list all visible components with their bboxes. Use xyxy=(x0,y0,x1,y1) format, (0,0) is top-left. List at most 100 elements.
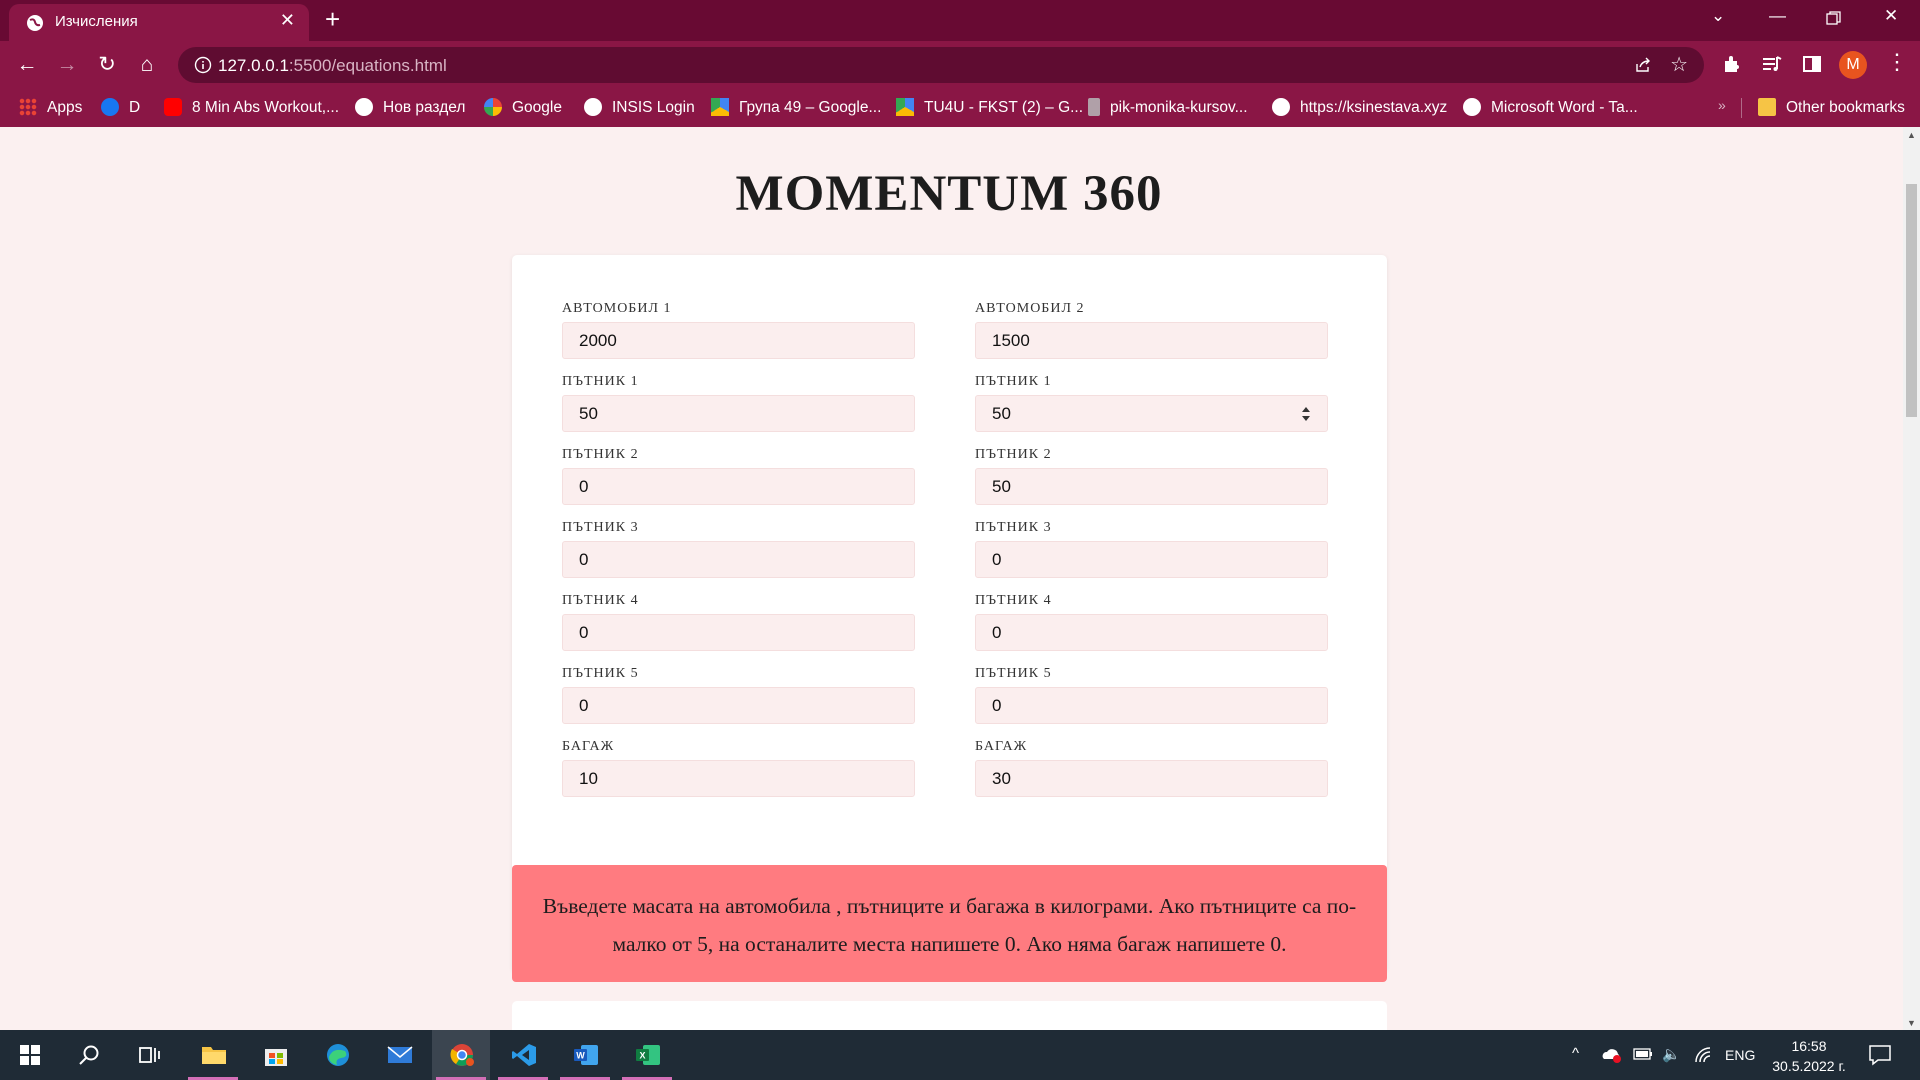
bookmark-tu4u[interactable]: TU4U - FKST (2) – G... xyxy=(896,98,1083,118)
car1-passenger1-input[interactable]: 50 xyxy=(562,395,915,432)
scroll-down-arrow-icon[interactable]: ▼ xyxy=(1907,1018,1916,1028)
scrollbar-thumb[interactable] xyxy=(1906,184,1917,417)
scroll-up-arrow-icon[interactable]: ▲ xyxy=(1907,130,1916,140)
car2-passenger2-input[interactable]: 50 xyxy=(975,468,1328,505)
car2-mass-input[interactable]: 1500 xyxy=(975,322,1328,359)
car2-passenger1-input[interactable]: 50 xyxy=(975,395,1328,432)
bookmark-apps[interactable]: Apps xyxy=(19,98,82,118)
back-button[interactable]: ← xyxy=(13,51,41,79)
volume-icon[interactable]: 🔈 xyxy=(1662,1045,1681,1063)
store-button[interactable] xyxy=(246,1030,304,1080)
bookmark-label: 8 Min Abs Workout,... xyxy=(192,99,340,116)
google-drive-icon xyxy=(896,98,914,116)
field-label: БАГАЖ xyxy=(975,739,1028,754)
field-label: БАГАЖ xyxy=(562,739,615,754)
car2-luggage-field: БАГАЖ 30 xyxy=(975,739,1328,812)
car1-passenger3-input[interactable]: 0 xyxy=(562,541,915,578)
side-panel-icon[interactable] xyxy=(1801,53,1823,75)
media-controls-icon[interactable] xyxy=(1761,53,1783,75)
start-button[interactable] xyxy=(0,1030,58,1080)
search-icon xyxy=(79,1045,99,1065)
restore-button[interactable] xyxy=(1826,11,1841,26)
mail-button[interactable] xyxy=(370,1030,428,1080)
battery-icon[interactable] xyxy=(1633,1047,1653,1061)
vscode-button[interactable] xyxy=(494,1030,552,1080)
bookmark-new-section[interactable]: Нов раздел xyxy=(355,98,465,118)
bookmark-insis[interactable]: INSIS Login xyxy=(584,98,695,118)
more-bookmarks-icon[interactable]: » xyxy=(1718,97,1726,113)
bookmark-star-icon[interactable]: ☆ xyxy=(1670,52,1688,77)
store-icon xyxy=(265,1049,287,1066)
globe-icon xyxy=(584,98,602,116)
car1-mass-field: АВТОМОБИЛ 1 2000 xyxy=(562,301,915,374)
field-label: ПЪТНИК 4 xyxy=(562,593,639,608)
bookmark-group49[interactable]: Група 49 – Google... xyxy=(711,98,881,118)
file-icon xyxy=(1088,98,1100,116)
bookmark-pik-monika[interactable]: pik-monika-kursov... xyxy=(1088,98,1248,118)
google-icon xyxy=(484,98,502,116)
page-scrollbar[interactable]: ▲ ▼ xyxy=(1903,127,1920,1030)
car2-passenger3-input[interactable]: 0 xyxy=(975,541,1328,578)
forward-button[interactable]: → xyxy=(53,51,81,79)
number-spinner-icon[interactable] xyxy=(1301,406,1311,422)
edge-button[interactable] xyxy=(308,1030,366,1080)
show-hidden-icons-chevron-icon[interactable]: ^ xyxy=(1572,1045,1579,1062)
system-clock[interactable]: 16:58 30.5.2022 г. xyxy=(1764,1036,1854,1076)
chrome-button[interactable] xyxy=(432,1030,490,1080)
onedrive-error-icon[interactable] xyxy=(1601,1046,1623,1064)
search-button[interactable] xyxy=(60,1030,118,1080)
globe-icon xyxy=(1463,98,1481,116)
browser-menu-icon[interactable]: ⋮ xyxy=(1886,49,1908,75)
share-icon[interactable] xyxy=(1634,56,1652,74)
car2-passenger4-input[interactable]: 0 xyxy=(975,614,1328,651)
svg-text:X: X xyxy=(639,1051,645,1061)
browser-tab[interactable]: Изчисления ✕ xyxy=(9,4,309,41)
car2-passenger3-field: ПЪТНИК 3 0 xyxy=(975,520,1328,593)
home-button[interactable]: ⌂ xyxy=(133,51,161,79)
bookmark-google[interactable]: Google xyxy=(484,98,562,118)
car1-passenger2-input[interactable]: 0 xyxy=(562,468,915,505)
word-icon: W xyxy=(574,1045,598,1065)
task-view-button[interactable] xyxy=(120,1030,178,1080)
new-tab-button[interactable]: + xyxy=(325,6,340,32)
notifications-icon[interactable] xyxy=(1868,1044,1892,1066)
minimize-button[interactable]: — xyxy=(1769,6,1786,26)
field-label: ПЪТНИК 1 xyxy=(562,374,639,389)
word-button[interactable]: W xyxy=(556,1030,614,1080)
other-bookmarks-folder[interactable]: Other bookmarks xyxy=(1758,98,1905,118)
car2-luggage-input[interactable]: 30 xyxy=(975,760,1328,797)
bookmark-microsoft-word[interactable]: Microsoft Word - Ta... xyxy=(1463,98,1638,118)
car2-mass-field: АВТОМОБИЛ 2 1500 xyxy=(975,301,1328,374)
car1-luggage-input[interactable]: 10 xyxy=(562,760,915,797)
bookmark-abs-workout[interactable]: 8 Min Abs Workout,... xyxy=(164,98,339,118)
profile-avatar[interactable]: M xyxy=(1839,51,1867,79)
bookmark-label: Нов раздел xyxy=(383,99,466,116)
car1-mass-input[interactable]: 2000 xyxy=(562,322,915,359)
bookmark-label: Microsoft Word - Ta... xyxy=(1491,99,1638,116)
excel-button[interactable]: X xyxy=(618,1030,676,1080)
field-label: АВТОМОБИЛ 2 xyxy=(975,301,1085,316)
field-label: ПЪТНИК 5 xyxy=(975,666,1052,681)
svg-text:W: W xyxy=(576,1051,585,1061)
close-window-button[interactable]: ✕ xyxy=(1884,6,1898,26)
results-card xyxy=(512,1001,1387,1030)
car1-passenger4-input[interactable]: 0 xyxy=(562,614,915,651)
close-tab-icon[interactable]: ✕ xyxy=(280,10,295,31)
tab-search-icon[interactable]: ⌄ xyxy=(1711,6,1725,26)
field-label: ПЪТНИК 4 xyxy=(975,593,1052,608)
youtube-icon xyxy=(164,98,182,116)
language-indicator[interactable]: ENG xyxy=(1725,1047,1755,1063)
car1-passenger3-field: ПЪТНИК 3 0 xyxy=(562,520,915,593)
car2-passenger5-input[interactable]: 0 xyxy=(975,687,1328,724)
bookmark-ksinestava[interactable]: https://ksinestava.xyz xyxy=(1272,98,1447,118)
reload-button[interactable]: ↻ xyxy=(93,51,121,79)
site-info-icon[interactable] xyxy=(194,56,212,74)
extensions-icon[interactable] xyxy=(1721,53,1743,75)
bookmark-d[interactable]: D xyxy=(101,98,140,118)
address-bar[interactable]: 127.0.0.1:5500/equations.html ☆ xyxy=(178,47,1704,83)
wifi-icon[interactable] xyxy=(1694,1046,1714,1064)
file-explorer-button[interactable] xyxy=(184,1030,242,1080)
car1-passenger5-input[interactable]: 0 xyxy=(562,687,915,724)
tab-title: Изчисления xyxy=(55,13,138,30)
bookmark-label: Apps xyxy=(47,99,83,116)
